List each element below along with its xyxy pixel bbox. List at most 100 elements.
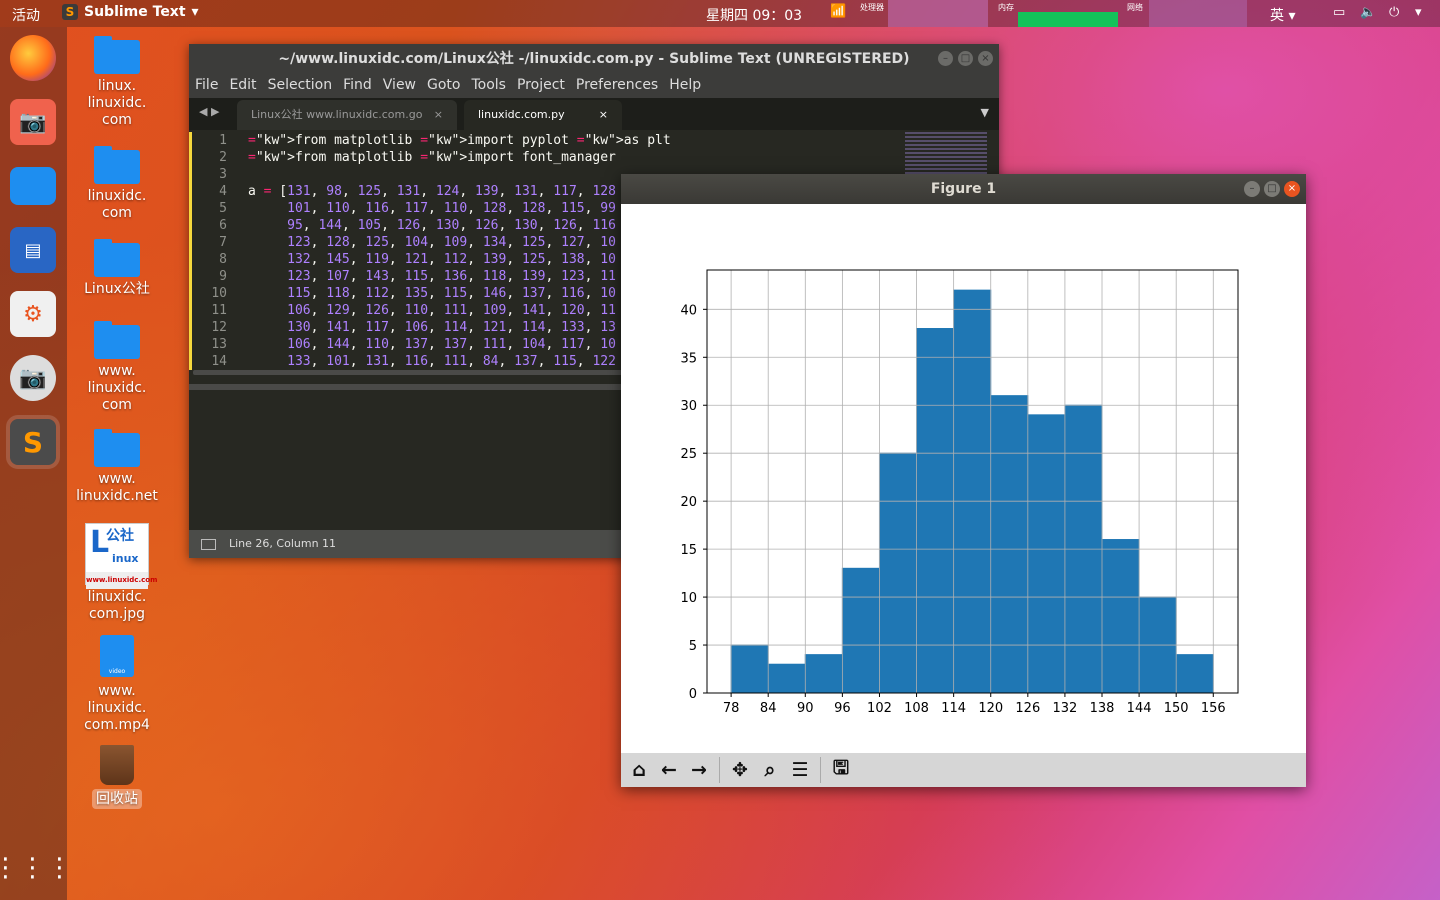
desktop-icon-trash[interactable]: 回收站	[72, 745, 162, 809]
menu-tools[interactable]: Tools	[471, 74, 506, 98]
trash-icon	[100, 745, 134, 785]
files-icon[interactable]	[10, 167, 56, 205]
writer-icon[interactable]: ▤	[10, 227, 56, 273]
code-line: 95, 144, 105, 126, 130, 126, 130, 126, 1…	[287, 218, 616, 233]
firefox-icon[interactable]	[10, 35, 56, 81]
code-line: 106, 144, 110, 137, 137, 111, 104, 117, …	[287, 337, 616, 352]
y-tick-label: 20	[680, 495, 697, 510]
code-line: 106, 129, 126, 110, 111, 109, 141, 120, …	[287, 303, 616, 318]
x-tick-label: 126	[1015, 701, 1040, 716]
memory-monitor[interactable]: 内存	[996, 0, 1118, 27]
menu-help[interactable]: Help	[669, 74, 701, 98]
minimize-icon[interactable]: –	[1244, 181, 1260, 197]
power-icon[interactable]: ⏻	[1389, 5, 1399, 20]
x-tick-label: 138	[1090, 701, 1115, 716]
histogram-bar	[953, 289, 992, 694]
system-monitor-icon[interactable]: 📶	[830, 4, 846, 19]
histogram-bar	[878, 452, 918, 694]
line-number: 6	[219, 218, 227, 233]
screenshot-app-icon[interactable]: 📷	[10, 99, 56, 145]
y-tick-label: 35	[680, 351, 697, 366]
video-file-icon: video	[100, 635, 134, 677]
desktop-icon-folder[interactable]: linuxidc. com	[72, 146, 162, 222]
input-method-indicator[interactable]: 英 ▾	[1270, 5, 1295, 25]
menu-project[interactable]: Project	[517, 74, 565, 98]
histogram-bar	[767, 663, 806, 694]
histogram-bar	[1027, 414, 1066, 694]
volume-icon[interactable]: 🔈	[1360, 5, 1376, 20]
desktop-icon-folder[interactable]: www. linuxidc.net	[72, 429, 162, 505]
menu-edit[interactable]: Edit	[229, 74, 256, 98]
dock: 📷 ▤ ⚙ 📷 S ⋮⋮⋮	[0, 27, 73, 900]
image-thumbnail-icon: L 公社 inux www.linuxidc.com	[85, 523, 157, 589]
minimize-icon[interactable]: –	[938, 51, 953, 66]
menu-view[interactable]: View	[383, 74, 416, 98]
maximize-icon[interactable]: □	[958, 51, 973, 66]
line-number: 13	[211, 337, 227, 352]
y-tick-label: 0	[689, 687, 697, 702]
code-line: 133, 101, 131, 116, 111, 84, 137, 115, 1…	[287, 354, 616, 369]
sublime-text-icon[interactable]: S	[6, 415, 60, 469]
desktop-icon-folder[interactable]: linux. linuxidc. com	[72, 36, 162, 129]
close-tab-icon[interactable]: ×	[599, 100, 608, 130]
tab-linuxidc-go[interactable]: Linux公社 www.linuxidc.com.go ×	[237, 100, 457, 130]
menu-file[interactable]: File	[195, 74, 218, 98]
line-number: 8	[219, 252, 227, 267]
histogram-bar	[730, 644, 769, 694]
x-tick-label: 132	[1053, 701, 1078, 716]
desktop-icon-folder[interactable]: Linux公社	[72, 239, 162, 298]
menu-bar: File Edit Selection Find View Goto Tools Projec…	[189, 74, 999, 98]
y-tick-label: 15	[680, 543, 697, 558]
clock[interactable]: 星期四 09：03	[706, 5, 802, 25]
close-icon[interactable]: ×	[1284, 181, 1300, 197]
menu-find[interactable]: Find	[343, 74, 372, 98]
line-number: 5	[219, 201, 227, 216]
tab-linuxidc-py[interactable]: linuxidc.com.py ×	[464, 100, 622, 130]
y-tick-label: 40	[680, 303, 697, 318]
chevron-down-icon[interactable]: ▾	[1415, 5, 1422, 20]
menu-goto[interactable]: Goto	[427, 74, 460, 98]
pan-icon[interactable]: ✥	[726, 756, 754, 784]
maximize-icon[interactable]: □	[1264, 181, 1280, 197]
code-line: a = [131, 98, 125, 131, 124, 139, 131, 1…	[248, 184, 616, 199]
activities-button[interactable]: 活动	[12, 5, 40, 25]
y-tick-label: 30	[680, 399, 697, 414]
forward-icon[interactable]: →	[685, 756, 713, 784]
camera-icon[interactable]: 📷	[10, 355, 56, 401]
tab-nav-arrows-icon[interactable]: ◀ ▶	[199, 105, 219, 118]
plot-toolbar: ⌂ ← → ✥ ⌕ ☰ 🖫	[621, 753, 1306, 787]
histogram-bar	[804, 654, 843, 694]
window-controls: – □ ×	[1244, 181, 1300, 197]
app-menu[interactable]: S Sublime Text ▾	[62, 4, 199, 20]
x-tick-label: 144	[1127, 701, 1152, 716]
code-line: ="kw">from matplotlib ="kw">import pyplo…	[248, 133, 671, 148]
close-tab-icon[interactable]: ×	[434, 100, 443, 130]
network-monitor[interactable]: 网络	[1125, 0, 1247, 27]
save-icon[interactable]: 🖫	[827, 756, 855, 784]
home-icon[interactable]: ⌂	[625, 756, 653, 784]
screen-icon[interactable]: ▭	[1333, 5, 1345, 20]
desktop-icon-video[interactable]: video www. linuxidc. com.mp4	[72, 635, 162, 734]
panel-toggle-icon[interactable]	[201, 539, 216, 550]
cpu-monitor[interactable]: 处理器	[858, 0, 988, 27]
code-line: 101, 110, 116, 117, 110, 128, 128, 115, …	[287, 201, 616, 216]
close-icon[interactable]: ×	[978, 51, 993, 66]
figure-title-bar[interactable]: Figure 1	[621, 174, 1306, 204]
histogram-chart: 78 84 90 96 102 108 114 120 126 132 138 144 150 156 0 5…	[680, 269, 1239, 716]
minimap[interactable]	[905, 132, 987, 176]
zoom-icon[interactable]: ⌕	[756, 756, 784, 784]
desktop-icon-folder[interactable]: www. linuxidc. com	[72, 321, 162, 414]
desktop-icon-image[interactable]: L 公社 inux www.linuxidc.com linuxidc. com.jpg	[72, 523, 162, 623]
sublime-title-bar[interactable]: ~/www.linuxidc.com/Linux公社 -/linuxidc.co…	[189, 44, 999, 74]
configure-icon[interactable]: ☰	[786, 756, 814, 784]
menu-selection[interactable]: Selection	[268, 74, 333, 98]
tab-dropdown-icon[interactable]: ▼	[981, 106, 989, 119]
menu-preferences[interactable]: Preferences	[576, 74, 658, 98]
software-center-icon[interactable]: ⚙	[10, 291, 56, 337]
matplotlib-figure-window: Figure 1 – □ × 78 84 90 96 102 108 114 120 126 13…	[621, 174, 1306, 787]
back-icon[interactable]: ←	[655, 756, 683, 784]
gutter-marker	[189, 132, 192, 370]
line-number: 11	[211, 303, 227, 318]
show-apps-icon[interactable]: ⋮⋮⋮	[0, 845, 73, 891]
x-tick-label: 78	[723, 701, 740, 716]
